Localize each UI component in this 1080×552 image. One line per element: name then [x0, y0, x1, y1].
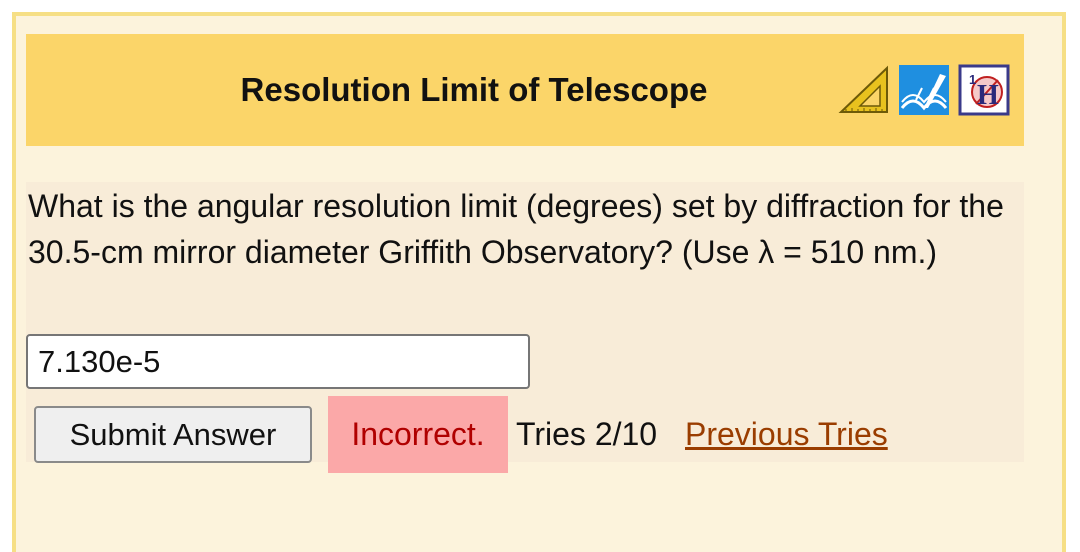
feedback-incorrect-badge: Incorrect.	[328, 396, 508, 473]
hint-superscript: 1	[969, 72, 976, 87]
open-book-icon[interactable]	[898, 64, 950, 116]
tries-counter: Tries 2/10	[516, 416, 658, 452]
triangle-ruler-icon[interactable]	[838, 64, 890, 116]
hint-letter: H	[977, 80, 999, 111]
header-icons: 1 H	[838, 64, 1010, 116]
answer-input[interactable]	[26, 334, 530, 389]
previous-tries-link[interactable]: Previous Tries	[685, 396, 888, 473]
help-hint-icon[interactable]: 1 H	[958, 64, 1010, 116]
problem-content: What is the angular resolution limit (de…	[26, 182, 1024, 473]
submit-answer-button[interactable]: Submit Answer	[34, 406, 312, 463]
problem-title: Resolution Limit of Telescope	[240, 71, 708, 108]
question-text: What is the angular resolution limit (de…	[28, 188, 1004, 270]
problem-header: Resolution Limit of Telescope 1 H	[26, 34, 1024, 146]
